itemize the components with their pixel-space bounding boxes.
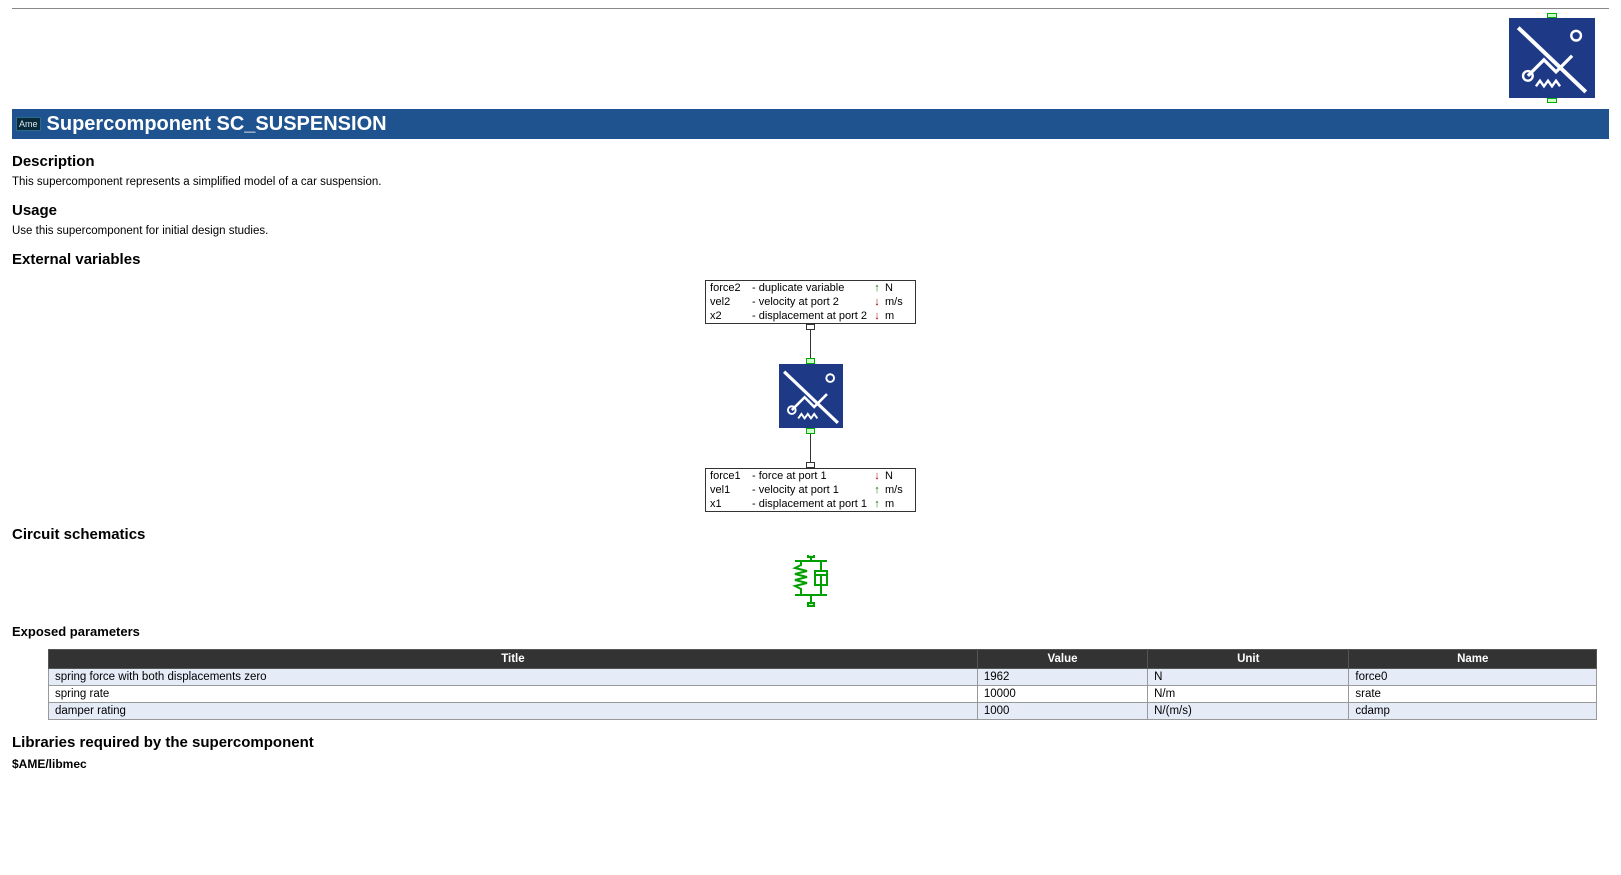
var-name: x2: [710, 310, 752, 322]
var-desc: velocity at port 2: [759, 296, 871, 308]
title-bar: Ame Supercomponent SC_SUSPENSION: [12, 109, 1609, 139]
spring-damper-schematic-icon: [781, 555, 841, 610]
var-unit: N: [883, 282, 911, 294]
component-icon-mid: [779, 364, 843, 428]
extvar-heading: External variables: [12, 251, 1609, 268]
var-unit: m/s: [883, 296, 911, 308]
var-sep: -: [752, 296, 759, 308]
table-row: spring force with both displacements zer…: [49, 669, 1597, 686]
port-connector-bottom-icon: [1547, 98, 1557, 103]
table-row: spring rate10000N/msrate: [49, 686, 1597, 703]
cell-unit: N/(m/s): [1148, 703, 1349, 720]
var-sep: -: [752, 498, 759, 510]
connector-top: [806, 324, 815, 364]
var-desc: velocity at port 1: [759, 484, 871, 496]
var-unit: m/s: [883, 484, 911, 496]
page-title: Supercomponent SC_SUSPENSION: [47, 113, 387, 136]
usage-text: Use this supercomponent for initial desi…: [12, 225, 1609, 237]
var-desc: duplicate variable: [759, 282, 871, 294]
var-desc: force at port 1: [759, 470, 871, 482]
ame-tag-icon: Ame: [16, 117, 41, 131]
hero-icon: [1507, 13, 1597, 103]
var-unit: m: [883, 498, 911, 510]
cell-unit: N: [1148, 669, 1349, 686]
cell-unit: N/m: [1148, 686, 1349, 703]
var-sep: -: [752, 310, 759, 322]
libs-heading: Libraries required by the supercomponent: [12, 734, 1609, 751]
table-row: damper rating1000N/(m/s)cdamp: [49, 703, 1597, 720]
var-desc: displacement at port 2: [759, 310, 871, 322]
var-row: vel1- velocity at port 1↑m/s: [706, 483, 915, 497]
cell-name: srate: [1349, 686, 1597, 703]
hero-icon-wrap: [12, 13, 1609, 103]
var-box-top: force2- duplicate variable↑Nvel2- veloci…: [705, 280, 916, 324]
usage-heading: Usage: [12, 202, 1609, 219]
connector-bottom: [806, 428, 815, 468]
var-name: vel2: [710, 296, 752, 308]
th-unit: Unit: [1148, 650, 1349, 669]
direction-arrow-icon: ↑: [871, 282, 883, 294]
var-name: x1: [710, 498, 752, 510]
var-unit: m: [883, 310, 911, 322]
circuit-schematic-wrap: [12, 555, 1609, 610]
circuit-heading: Circuit schematics: [12, 526, 1609, 543]
th-name: Name: [1349, 650, 1597, 669]
var-desc: displacement at port 1: [759, 498, 871, 510]
var-row: force1- force at port 1↓N: [706, 469, 915, 483]
th-value: Value: [977, 650, 1147, 669]
var-sep: -: [752, 470, 759, 482]
library-entry: $AME/libmec: [12, 757, 1609, 771]
table-header-row: Title Value Unit Name: [49, 650, 1597, 669]
direction-arrow-icon: ↓: [871, 310, 883, 322]
cell-title: spring force with both displacements zer…: [49, 669, 978, 686]
suspension-component-icon: [1509, 18, 1595, 98]
cell-title: spring rate: [49, 686, 978, 703]
params-heading: Exposed parameters: [12, 624, 1609, 639]
cell-value: 1962: [977, 669, 1147, 686]
var-name: vel1: [710, 484, 752, 496]
direction-arrow-icon: ↓: [871, 470, 883, 482]
top-rule: [12, 8, 1609, 9]
description-text: This supercomponent represents a simplif…: [12, 176, 1609, 188]
var-row: vel2- velocity at port 2↓m/s: [706, 295, 915, 309]
connector-line-icon: [810, 434, 811, 462]
direction-arrow-icon: ↑: [871, 498, 883, 510]
connector-line-icon: [810, 330, 811, 358]
cell-value: 1000: [977, 703, 1147, 720]
cell-name: cdamp: [1349, 703, 1597, 720]
var-box-bottom: force1- force at port 1↓Nvel1- velocity …: [705, 468, 916, 512]
var-row: x2- displacement at port 2↓m: [706, 309, 915, 323]
var-name: force1: [710, 470, 752, 482]
cell-title: damper rating: [49, 703, 978, 720]
external-variables-diagram: force2- duplicate variable↑Nvel2- veloci…: [12, 280, 1609, 512]
var-sep: -: [752, 484, 759, 496]
var-sep: -: [752, 282, 759, 294]
cell-name: force0: [1349, 669, 1597, 686]
var-name: force2: [710, 282, 752, 294]
description-heading: Description: [12, 153, 1609, 170]
var-row: force2- duplicate variable↑N: [706, 281, 915, 295]
suspension-component-icon: [779, 364, 843, 428]
cell-value: 10000: [977, 686, 1147, 703]
direction-arrow-icon: ↓: [871, 296, 883, 308]
exposed-parameters-table: Title Value Unit Name spring force with …: [48, 649, 1597, 720]
direction-arrow-icon: ↑: [871, 484, 883, 496]
th-title: Title: [49, 650, 978, 669]
var-unit: N: [883, 470, 911, 482]
var-row: x1- displacement at port 1↑m: [706, 497, 915, 511]
